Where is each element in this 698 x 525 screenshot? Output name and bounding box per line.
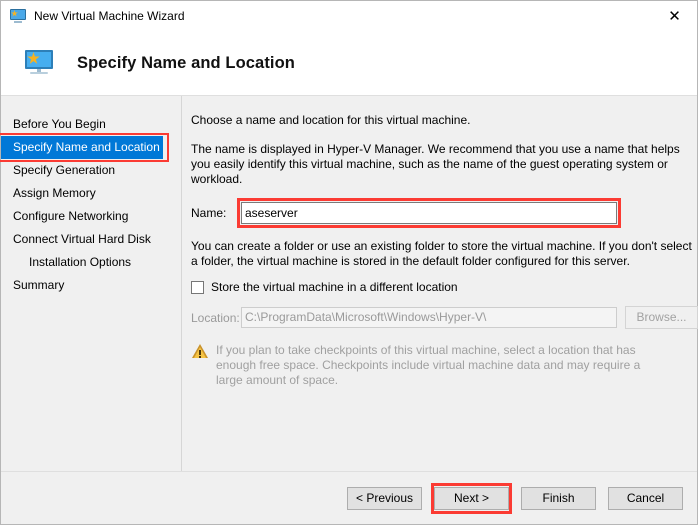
checkbox-unchecked-icon[interactable] [191,280,204,294]
next-button[interactable]: Next > [431,482,512,514]
virtual-machine-icon [23,47,55,79]
sidebar-item-installation-options[interactable]: Installation Options [1,251,181,274]
sidebar-item-label: Installation Options [29,255,132,269]
wizard-step-list: Before You Begin Specify Name and Locati… [0,96,182,471]
name-label: Name: [191,206,227,220]
sidebar-item-connect-virtual-hard-disk[interactable]: Connect Virtual Hard Disk [1,228,181,251]
window-title: New Virtual Machine Wizard [34,9,185,23]
sidebar-item-label: Assign Memory [13,186,96,200]
warning-triangle-icon [192,344,208,359]
sidebar-item-before-you-begin[interactable]: Before You Begin [1,113,181,136]
warning-text: If you plan to take checkpoints of this … [216,343,641,387]
name-field-row: Name: [191,198,698,228]
previous-button[interactable]: < Previous [347,486,422,510]
folder-description-text: You can create a folder or use an existi… [191,239,692,268]
sidebar-item-summary[interactable]: Summary [1,274,181,297]
button-bar: < Previous Next > Finish Cancel [1,471,697,524]
page-title: Specify Name and Location [77,53,295,72]
name-description-text: The name is displayed in Hyper-V Manager… [191,142,680,186]
sidebar-item-label: Before You Begin [13,117,106,131]
virtual-machine-icon [10,8,26,24]
sidebar-item-label: Configure Networking [13,209,129,223]
new-virtual-machine-wizard-window: New Virtual Machine Wizard ✕ Specify Nam… [0,0,698,525]
sidebar-item-label: Summary [13,278,65,292]
page-banner: Specify Name and Location [1,31,697,96]
store-location-checkbox-row[interactable]: Store the virtual machine in a different… [191,280,698,294]
store-location-checkbox-label: Store the virtual machine in a different… [211,280,458,294]
title-bar: New Virtual Machine Wizard ✕ [1,1,697,31]
next-button-label: Next > [453,490,489,505]
intro-text: Choose a name and location for this virt… [191,113,471,127]
sidebar-item-assign-memory[interactable]: Assign Memory [1,182,181,205]
close-icon[interactable]: ✕ [652,1,697,31]
sidebar-item-label: Specify Generation [13,163,116,177]
sidebar-item-configure-networking[interactable]: Configure Networking [1,205,181,228]
checkpoint-warning: If you plan to take checkpoints of this … [191,343,698,388]
sidebar-item-specify-name-and-location[interactable]: Specify Name and Location [0,133,169,162]
location-input[interactable]: C:\ProgramData\Microsoft\Windows\Hyper-V… [241,307,617,328]
browse-button[interactable]: Browse... [625,306,698,329]
main-panel: Choose a name and location for this virt… [182,96,698,471]
location-field-row: Location: C:\ProgramData\Microsoft\Windo… [191,306,698,329]
name-input[interactable] [241,202,617,224]
sidebar-item-label: Connect Virtual Hard Disk [13,232,151,246]
cancel-button[interactable]: Cancel [608,486,683,510]
sidebar-item-specify-generation[interactable]: Specify Generation [1,159,181,182]
content-area: Before You Begin Specify Name and Locati… [0,96,698,471]
sidebar-item-label: Specify Name and Location [13,140,160,154]
location-label: Location: [191,310,240,325]
finish-button[interactable]: Finish [521,486,596,510]
